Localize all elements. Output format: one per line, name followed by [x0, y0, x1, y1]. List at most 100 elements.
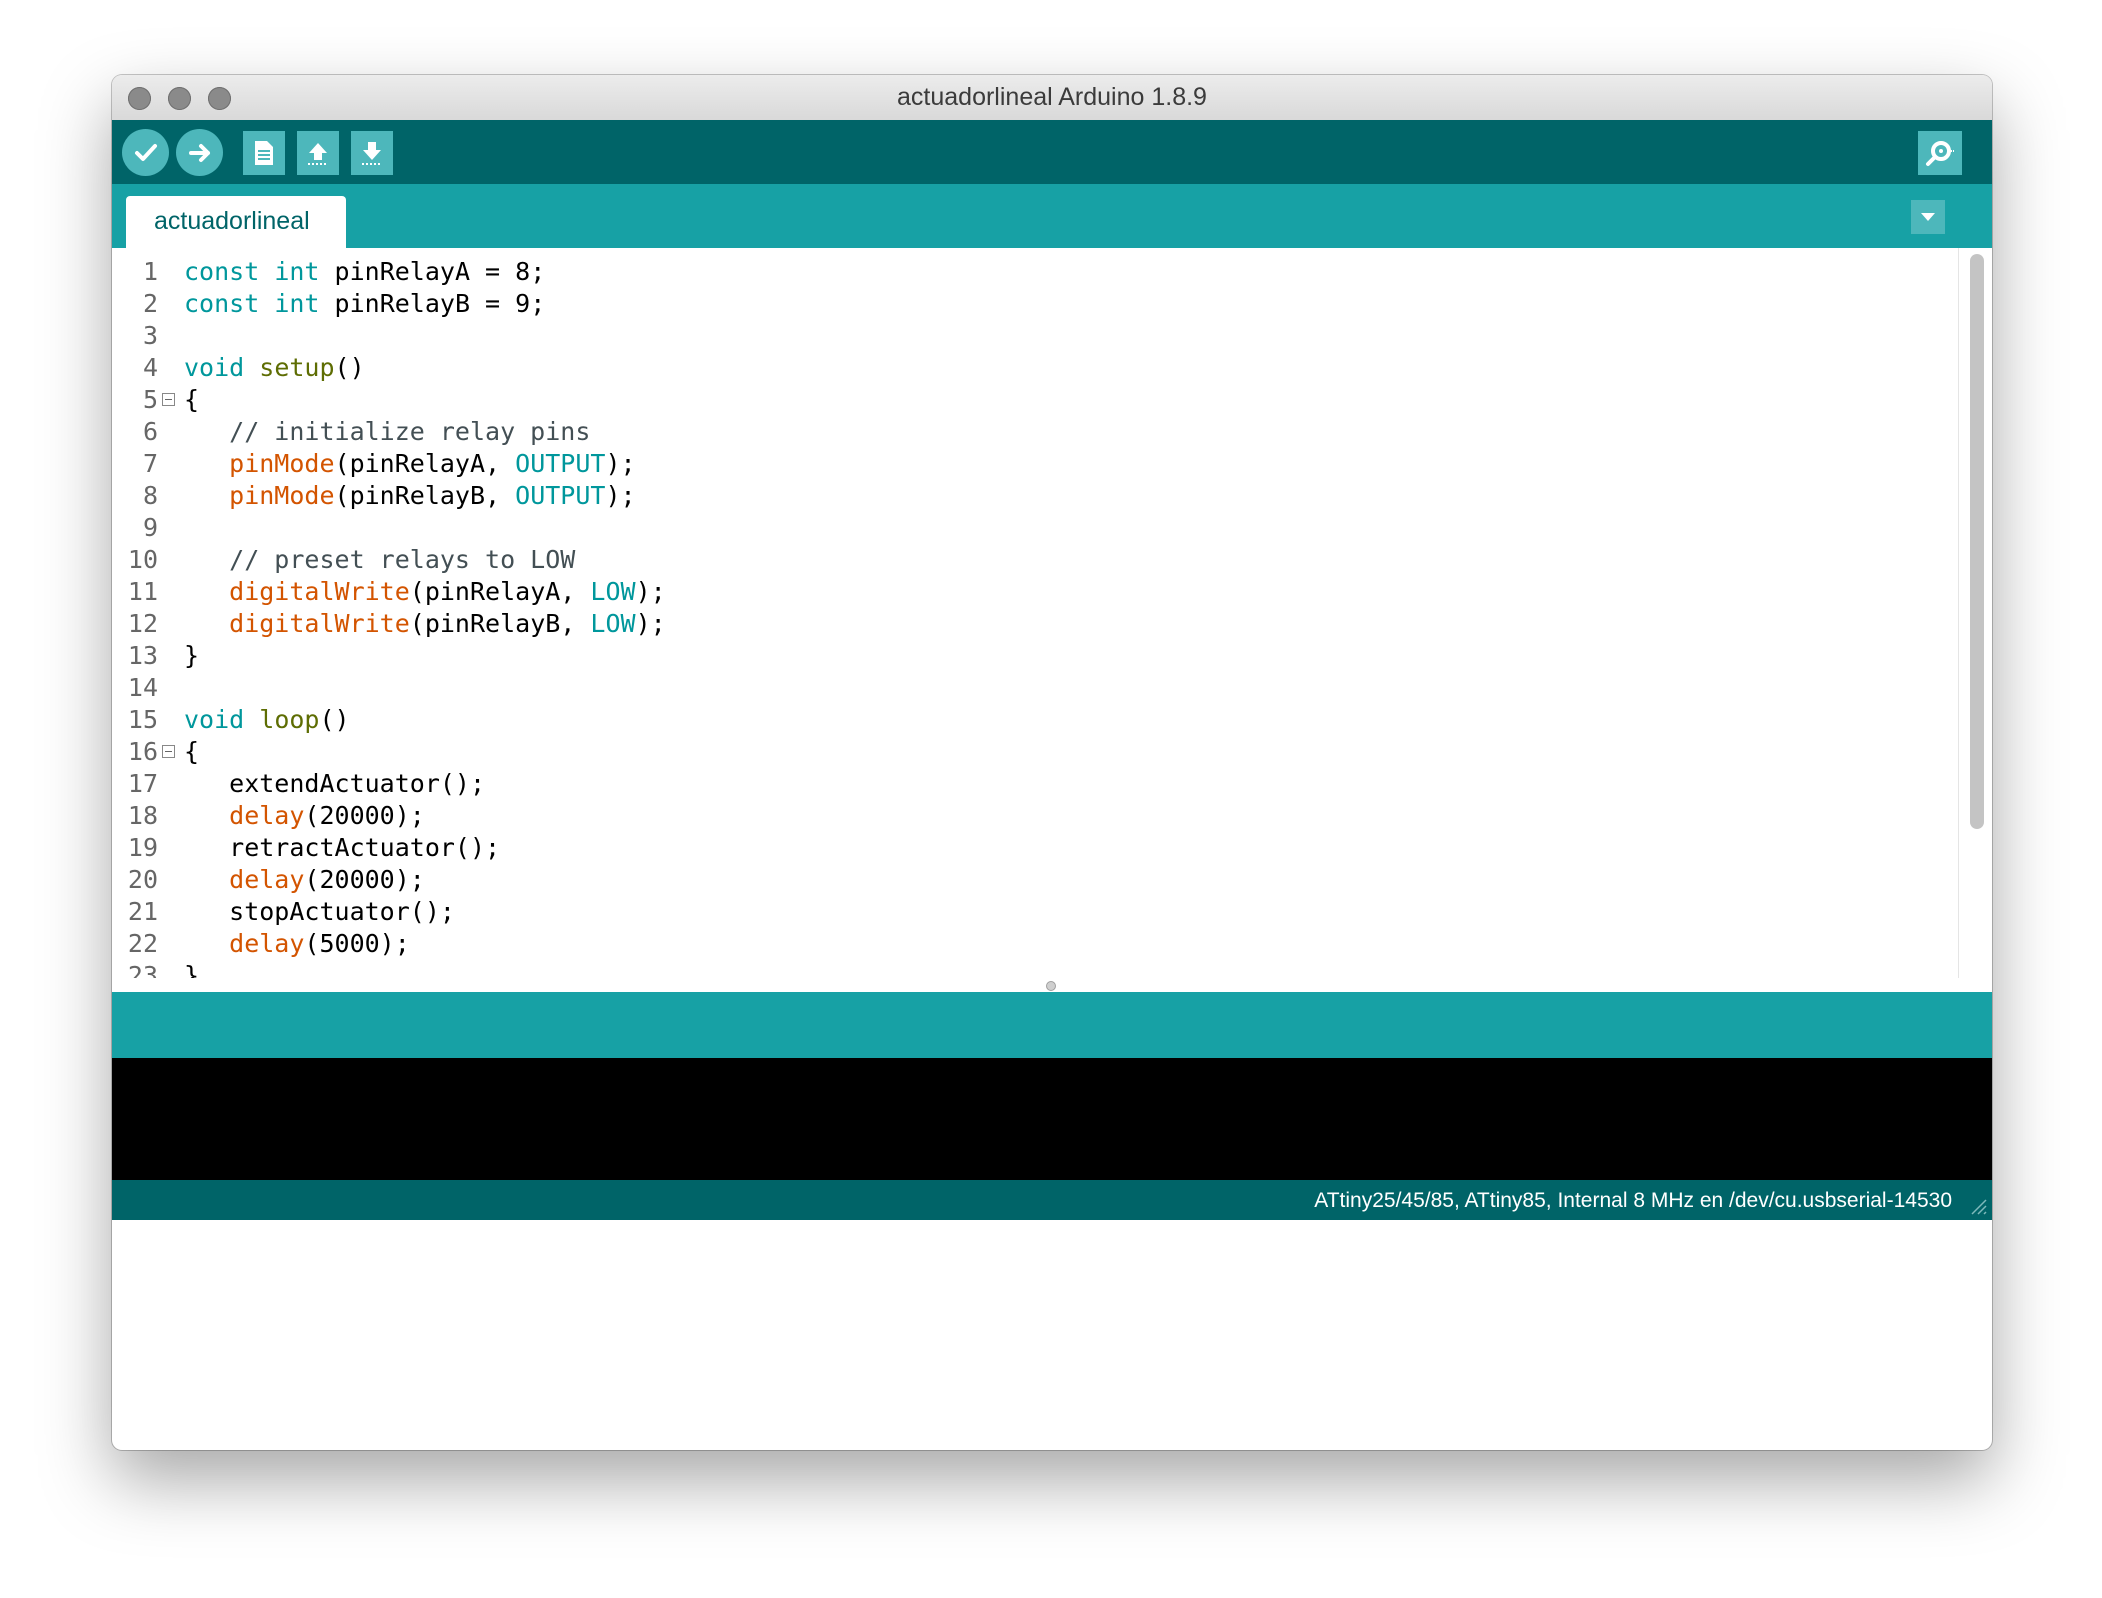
arduino-window: actuadorlineal Arduino 1.8.9 actuadorlin…: [112, 75, 1992, 1450]
arrow-right-icon: [188, 143, 210, 162]
line-number: 17: [127, 769, 158, 798]
magnifier-icon: [1926, 141, 1955, 166]
code-token: int: [274, 289, 320, 318]
line-code: digitalWrite(pinRelayB, LOW);: [184, 608, 666, 640]
code-token: (pinRelayA,: [409, 577, 591, 606]
toolbar: [112, 120, 1992, 184]
editor-console-splitter[interactable]: [112, 978, 1992, 992]
code-token: {: [184, 385, 200, 414]
line-code: pinMode(pinRelayB, OUTPUT);: [184, 480, 636, 512]
tab-menu-button[interactable]: [1911, 200, 1945, 234]
line-number: 13: [127, 641, 158, 670]
line-number: 22: [127, 929, 158, 958]
code-token: const: [184, 257, 260, 286]
line-code: // preset relays to LOW: [184, 544, 575, 576]
line-code: pinMode(pinRelayA, OUTPUT);: [184, 448, 636, 480]
code-token: (20000);: [304, 865, 425, 894]
code-token: pinMode: [229, 449, 335, 478]
line-code: }: [184, 960, 199, 978]
line-number: 12: [127, 609, 158, 638]
code-token: (pinRelayA,: [334, 449, 516, 478]
line-number: 9: [142, 513, 158, 542]
line-number: 14: [127, 673, 158, 702]
verify-button[interactable]: [122, 129, 169, 176]
code-token: int: [274, 257, 320, 286]
status-bar: ATtiny25/45/85, ATtiny85, Internal 8 MHz…: [112, 1180, 1992, 1220]
fold-toggle-icon[interactable]: [162, 393, 175, 406]
chevron-down-icon: [1921, 213, 1935, 221]
line-number: 23: [127, 961, 158, 978]
code-token: );: [635, 609, 666, 638]
code-token: (20000);: [304, 801, 425, 830]
save-button[interactable]: [351, 131, 393, 175]
line-number: 19: [127, 833, 158, 862]
code-token: LOW: [590, 577, 636, 606]
title-bar: actuadorlineal Arduino 1.8.9: [112, 75, 1992, 121]
code-token: }: [184, 961, 200, 978]
code-token: );: [635, 577, 666, 606]
code-token: setup: [259, 353, 335, 382]
code-token: );: [605, 449, 636, 478]
fold-toggle-icon[interactable]: [162, 745, 175, 758]
line-number: 20: [127, 865, 158, 894]
code-token: (5000);: [304, 929, 410, 958]
upload-button[interactable]: [176, 129, 223, 176]
line-number: 8: [142, 481, 158, 510]
line-code: void loop(): [184, 704, 350, 736]
code-token: OUTPUT: [515, 449, 606, 478]
line-number: 21: [127, 897, 158, 926]
editor-vertical-scrollbar[interactable]: [1958, 248, 1992, 978]
line-code: const int pinRelayA = 8;: [184, 256, 545, 288]
code-token: {: [184, 737, 200, 766]
line-code: {: [184, 384, 199, 416]
code-editor[interactable]: 1 const int pinRelayA = 8; 2 const int pinR…: [112, 248, 1958, 978]
scrollbar-thumb[interactable]: [1970, 254, 1984, 829]
code-token: retractActuator();: [184, 833, 501, 862]
code-token: loop: [259, 705, 320, 734]
code-token: OUTPUT: [515, 481, 606, 510]
line-code: retractActuator();: [184, 832, 500, 864]
line-number: 15: [127, 705, 158, 734]
code-token: delay: [229, 801, 305, 830]
checkmark-icon: [134, 143, 157, 161]
serial-monitor-button[interactable]: [1918, 131, 1962, 175]
new-sketch-button[interactable]: [243, 131, 285, 175]
tab-actuadorlineal[interactable]: actuadorlineal: [126, 196, 346, 248]
line-number: 5: [142, 385, 158, 414]
code-token: (): [334, 353, 365, 382]
code-token: extendActuator();: [184, 769, 486, 798]
arrow-down-icon: [362, 142, 382, 165]
code-token: LOW: [590, 609, 636, 638]
code-token: pinRelayB = 9;: [319, 289, 546, 318]
code-token: delay: [229, 865, 305, 894]
line-code: digitalWrite(pinRelayA, LOW);: [184, 576, 666, 608]
code-token: pinRelayA = 8;: [319, 257, 546, 286]
splitter-handle[interactable]: [1046, 981, 1056, 991]
line-number: 10: [127, 545, 158, 574]
line-code: // initialize relay pins: [184, 416, 590, 448]
resize-grip-icon[interactable]: [1966, 1194, 1988, 1216]
output-console[interactable]: [112, 1058, 1992, 1180]
line-code: {: [184, 736, 199, 768]
line-code: const int pinRelayB = 9;: [184, 288, 545, 320]
code-token: // preset relays to LOW: [184, 545, 576, 574]
line-code: void setup(): [184, 352, 365, 384]
code-token: digitalWrite: [229, 609, 410, 638]
arrow-up-icon: [308, 143, 328, 165]
open-button[interactable]: [297, 131, 339, 175]
code-token: );: [605, 481, 636, 510]
line-number: 2: [142, 289, 158, 318]
code-token: // initialize relay pins: [184, 417, 591, 446]
new-file-icon: [255, 141, 273, 165]
code-token: void: [184, 705, 245, 734]
line-code: delay(20000);: [184, 800, 425, 832]
code-token: void: [184, 353, 245, 382]
